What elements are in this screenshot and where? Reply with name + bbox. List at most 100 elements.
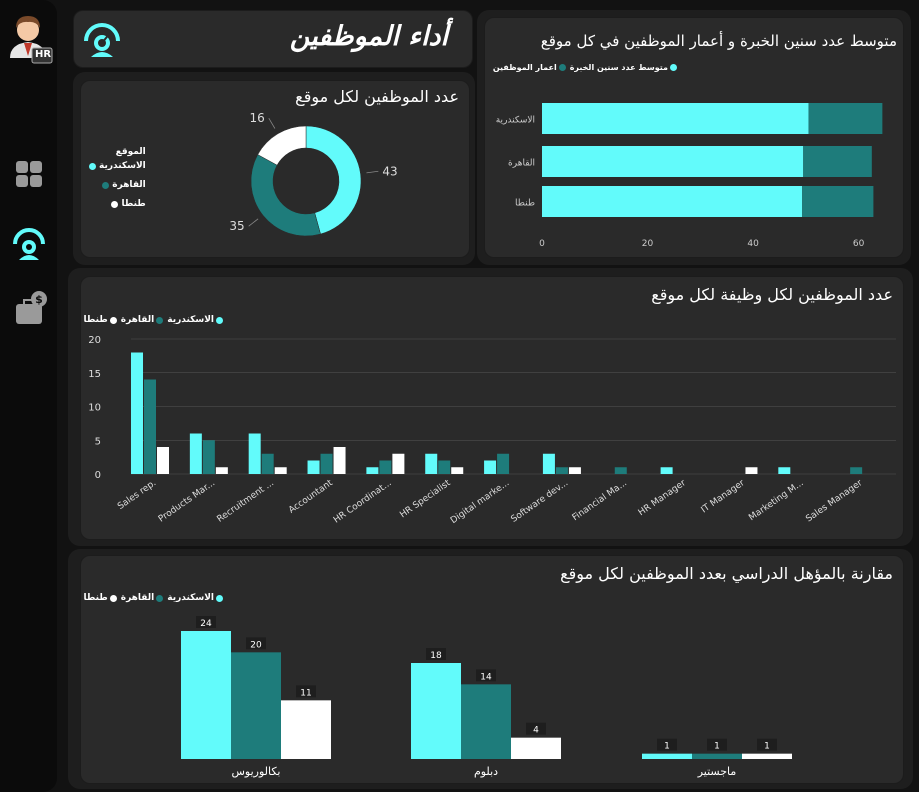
donut-title: عدد الموظفين لكل موقع [295, 87, 459, 106]
job-bar [202, 440, 215, 474]
qualification-data-label: 24 [200, 619, 212, 629]
job-category-label: Recruitment ... [215, 478, 275, 524]
legend-label: الاسكندرية [167, 593, 214, 603]
legend-dot [216, 594, 223, 602]
legend-item-experience: متوسط عدد سنين الخبرة [570, 63, 677, 72]
hr-badge: HR [35, 49, 52, 60]
legend-dot [109, 316, 117, 324]
job-legend: الاسكندرية القاهرة طنطا [83, 315, 223, 325]
legend-label: الاسكندرية [99, 161, 146, 171]
job-bar [614, 467, 627, 474]
job-category-label: Digital marke... [449, 478, 511, 526]
qualification-bar [511, 737, 561, 759]
job-bar [778, 467, 791, 474]
hr-avatar: HR [2, 8, 54, 66]
donut-leader-line [366, 170, 379, 174]
job-bar [497, 453, 510, 474]
donut-slice-cairo [250, 154, 321, 237]
donut-leader-line [268, 117, 276, 129]
legend-item-cairo: القاهرة [89, 180, 146, 190]
job-bar [660, 467, 673, 474]
qualification-category-label: ماجستير [697, 765, 737, 778]
legend-label: طنطا [83, 315, 108, 325]
donut-leader-line [248, 218, 259, 227]
job-category-label: Accountant [287, 478, 335, 516]
job-bar [392, 453, 405, 474]
job-tick-label: 15 [88, 369, 101, 380]
legend-item-tanta: طنطا [83, 315, 117, 325]
legend-label: طنطا [83, 593, 108, 603]
nav-item-performance[interactable] [11, 224, 47, 262]
job-bar [438, 460, 451, 474]
salary-briefcase-icon: $ [16, 291, 47, 324]
hbar-segment [542, 186, 803, 217]
job-bar [144, 379, 156, 474]
qualification-data-label: 1 [664, 742, 670, 752]
qualification-bar [231, 652, 281, 759]
legend-label: الاسكندرية [167, 315, 214, 325]
qualification-data-label: 20 [250, 640, 262, 650]
qualification-data-label: 1 [764, 742, 770, 752]
qualification-category-label: دبلوم [474, 765, 498, 778]
hbar-category-label: الاسكندرية [496, 116, 535, 126]
qualification-category-label: بكالوريوس [231, 765, 280, 778]
job-bar [274, 467, 287, 474]
job-bar [542, 453, 555, 474]
legend-item-alexandria: الاسكندرية [89, 161, 146, 171]
qualification-data-label: 11 [300, 688, 311, 698]
job-bar [568, 467, 581, 474]
legend-label: القاهرة [120, 315, 155, 325]
job-tick-label: 10 [88, 403, 101, 414]
hbar-segment [542, 103, 809, 134]
gauge-icon [82, 19, 122, 59]
svg-text:$: $ [35, 293, 43, 306]
job-bar [425, 453, 438, 474]
job-bar [189, 433, 202, 474]
job-category-label: HR Specialist [398, 478, 452, 520]
hbar-tick-label: 20 [642, 239, 654, 249]
hbar-segment [803, 146, 872, 177]
job-bar [745, 467, 758, 474]
hbar-category-label: القاهرة [508, 159, 535, 169]
qualification-data-label: 1 [714, 742, 720, 752]
qualification-data-label: 18 [430, 651, 442, 661]
legend-label: اعمار الموظفين [492, 63, 557, 72]
qualification-data-label: 4 [533, 726, 539, 736]
qualification-bar [181, 631, 231, 759]
legend-item-alexandria: الاسكندرية [167, 315, 223, 325]
legend-dot [216, 316, 223, 324]
qualification-bar [642, 753, 692, 759]
dashboard-grid-icon [16, 161, 42, 187]
job-bar [307, 460, 320, 474]
legend-item-ages: اعمار الموظفين [493, 63, 566, 72]
legend-dot-tanta [111, 200, 119, 208]
legend-dot-cairo [102, 181, 110, 189]
donut-data-label: 35 [229, 219, 244, 233]
qualification-title: مقارنة بالمؤهل الدراسي بعدد الموظفين لكل… [560, 564, 893, 583]
job-category-label: Software dev... [510, 478, 571, 525]
job-category-label: HR Coordinat... [332, 478, 394, 525]
legend-item-cairo: القاهرة [120, 315, 164, 325]
nav-item-salary[interactable]: $ [14, 290, 48, 326]
nav-item-dashboard[interactable] [15, 160, 43, 188]
job-tick-label: 0 [95, 470, 101, 481]
legend-dot [156, 316, 164, 324]
experience-title: متوسط عدد سنين الخبرة و أعمار الموظفين ف… [540, 32, 897, 50]
legend-dot [670, 64, 677, 71]
job-bar [366, 467, 379, 474]
experience-legend: متوسط عدد سنين الخبرة اعمار الموظفين [493, 63, 677, 72]
job-category-label: IT Manager [700, 478, 747, 515]
donut-card: عدد الموظفين لكل موقع الموقع الاسكندرية … [80, 80, 470, 258]
hbar-segment [808, 103, 883, 134]
legend-label: القاهرة [112, 180, 146, 190]
performance-gauge-icon [13, 228, 45, 260]
job-chart: 0 5 10 15 20 Sales rep.Products Mar...Recruit… [88, 335, 896, 526]
job-bar [261, 453, 274, 474]
hbar-tick-label: 60 [853, 239, 865, 249]
legend-dot-alexandria [89, 162, 96, 170]
job-tick-label: 5 [95, 436, 101, 447]
legend-item-alexandria: الاسكندرية [167, 593, 223, 603]
page-title: أداء الموظفين [289, 21, 448, 52]
legend-dot [156, 594, 164, 602]
legend-dot [109, 594, 117, 602]
